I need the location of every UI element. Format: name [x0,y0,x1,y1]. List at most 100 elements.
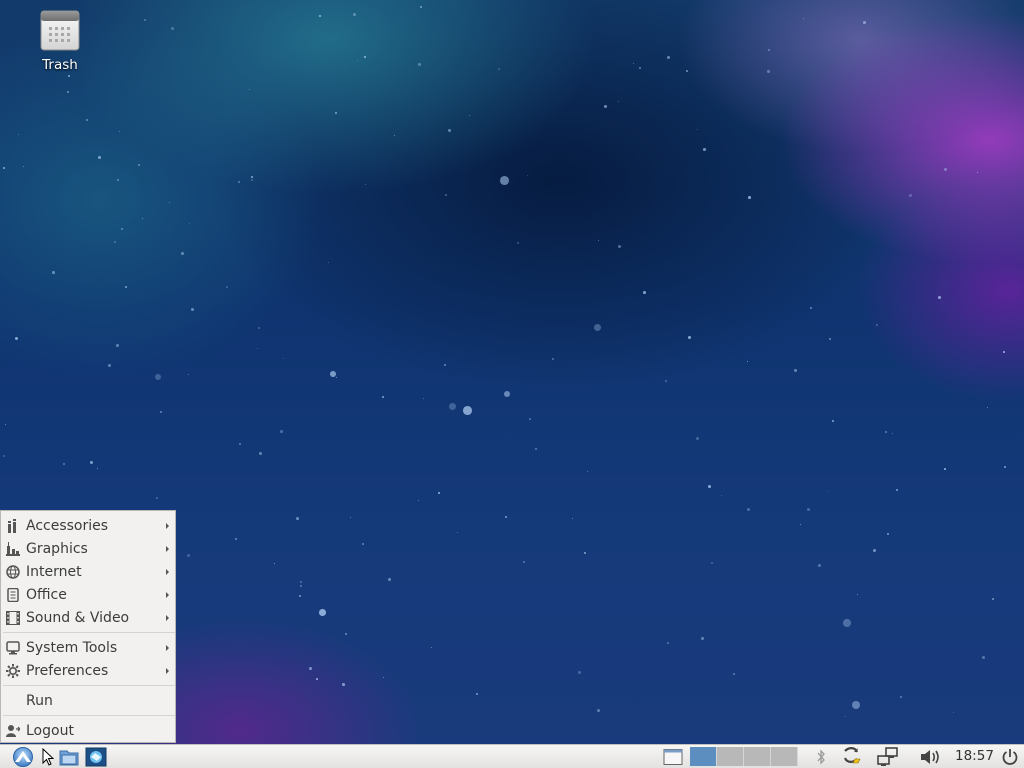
network-icon[interactable] [876,747,900,767]
menu-item-label: Logout [26,722,74,739]
desktop-icon-trash[interactable]: Trash [24,8,96,73]
workspace-2[interactable] [717,747,744,766]
wallpaper-star [639,67,641,69]
wallpaper-star [618,101,620,103]
wallpaper-star [733,673,736,676]
wallpaper-star [552,358,555,361]
wallpaper-star [1003,351,1005,353]
wallpaper-star [119,131,121,133]
menu-item-system-tools[interactable]: System Tools [1,636,175,659]
wallpaper-star [944,468,946,470]
wallpaper-star [818,564,821,567]
wallpaper-star [686,70,689,73]
office-icon [5,587,21,603]
wallpaper-star [892,433,894,435]
show-desktop-button[interactable] [662,747,684,767]
wallpaper-star [598,240,600,242]
wallpaper-star [336,377,338,379]
menu-item-internet[interactable]: Internet [1,560,175,583]
wallpaper-star [594,324,601,331]
wallpaper-star [316,678,318,680]
menu-item-run[interactable]: Run [1,689,175,712]
wallpaper-star [863,21,866,24]
wallpaper-star [597,709,600,712]
wallpaper-star [885,431,887,433]
wallpaper-star [810,307,813,310]
wallpaper-star [697,129,699,131]
wallpaper-star [160,411,163,414]
wallpaper-star [938,296,941,299]
wallpaper-star [444,364,446,366]
wallpaper-star [721,495,723,497]
wallpaper-star [768,49,770,51]
wallpaper-star [747,361,749,363]
wallpaper-star [345,633,348,636]
wallpaper-star [523,561,526,564]
wallpaper-star [832,420,835,423]
wallpaper-star [239,443,242,446]
wallpaper-star [431,647,433,649]
wallpaper-star [335,112,338,115]
menu-separator [3,632,175,633]
wallpaper-star [181,252,184,255]
preferences-icon [5,663,21,679]
menu-item-graphics[interactable]: Graphics [1,537,175,560]
wallpaper-star [476,693,478,695]
wallpaper-star [667,56,670,59]
clock[interactable]: 18:57 [955,748,994,764]
workspace-1[interactable] [690,747,717,766]
wallpaper-star [382,396,384,398]
wallpaper-star [857,594,859,596]
wallpaper-star [527,175,529,177]
wallpaper-star [121,228,124,231]
workspace-4[interactable] [771,747,798,766]
wallpaper-star [86,119,89,122]
graphics-icon [5,541,21,557]
bluetooth-icon[interactable] [814,747,828,767]
wallpaper-star [296,517,299,520]
wallpaper-star [142,218,144,220]
menu-item-preferences[interactable]: Preferences [1,659,175,682]
wallpaper-star [226,286,228,288]
wallpaper-star [992,598,994,600]
wallpaper-star [156,497,159,500]
browser-button[interactable] [84,747,108,767]
wallpaper-star [977,172,979,174]
wallpaper-star [828,491,830,493]
wallpaper-star [896,489,898,491]
wallpaper-star [114,241,116,243]
menu-item-sound-video[interactable]: Sound & Video [1,606,175,629]
volume-icon[interactable] [918,747,942,767]
wallpaper-star [299,595,302,598]
wallpaper-star [500,176,509,185]
wallpaper-star [504,391,511,398]
wallpaper-star [900,696,903,699]
wallpaper-star [887,533,889,535]
menu-item-logout[interactable]: Logout [1,719,175,742]
wallpaper-star [125,286,128,289]
wallpaper-star [529,418,531,420]
wallpaper-star [953,712,955,714]
wallpaper-star [117,179,120,182]
wallpaper-star [258,327,261,330]
power-button[interactable] [1000,747,1020,767]
submenu-arrow-icon [166,614,169,621]
wallpaper-star [144,19,147,22]
menu-item-accessories[interactable]: Accessories [1,514,175,537]
wallpaper-star [3,167,6,170]
wallpaper-star [572,518,574,520]
wallpaper-star [701,637,704,640]
start-menu-button[interactable] [8,747,38,767]
wallpaper-star [388,578,391,581]
menu-item-office[interactable]: Office [1,583,175,606]
menu-item-label: System Tools [26,639,118,656]
submenu-arrow-icon [166,522,169,529]
wallpaper-star [5,424,7,426]
workspace-3[interactable] [744,747,771,766]
wallpaper-star [257,348,259,350]
submenu-arrow-icon [166,568,169,575]
wallpaper-star [987,407,989,409]
update-notifier-icon[interactable] [840,747,864,767]
file-manager-button[interactable] [58,747,80,767]
logout-icon [5,723,21,739]
